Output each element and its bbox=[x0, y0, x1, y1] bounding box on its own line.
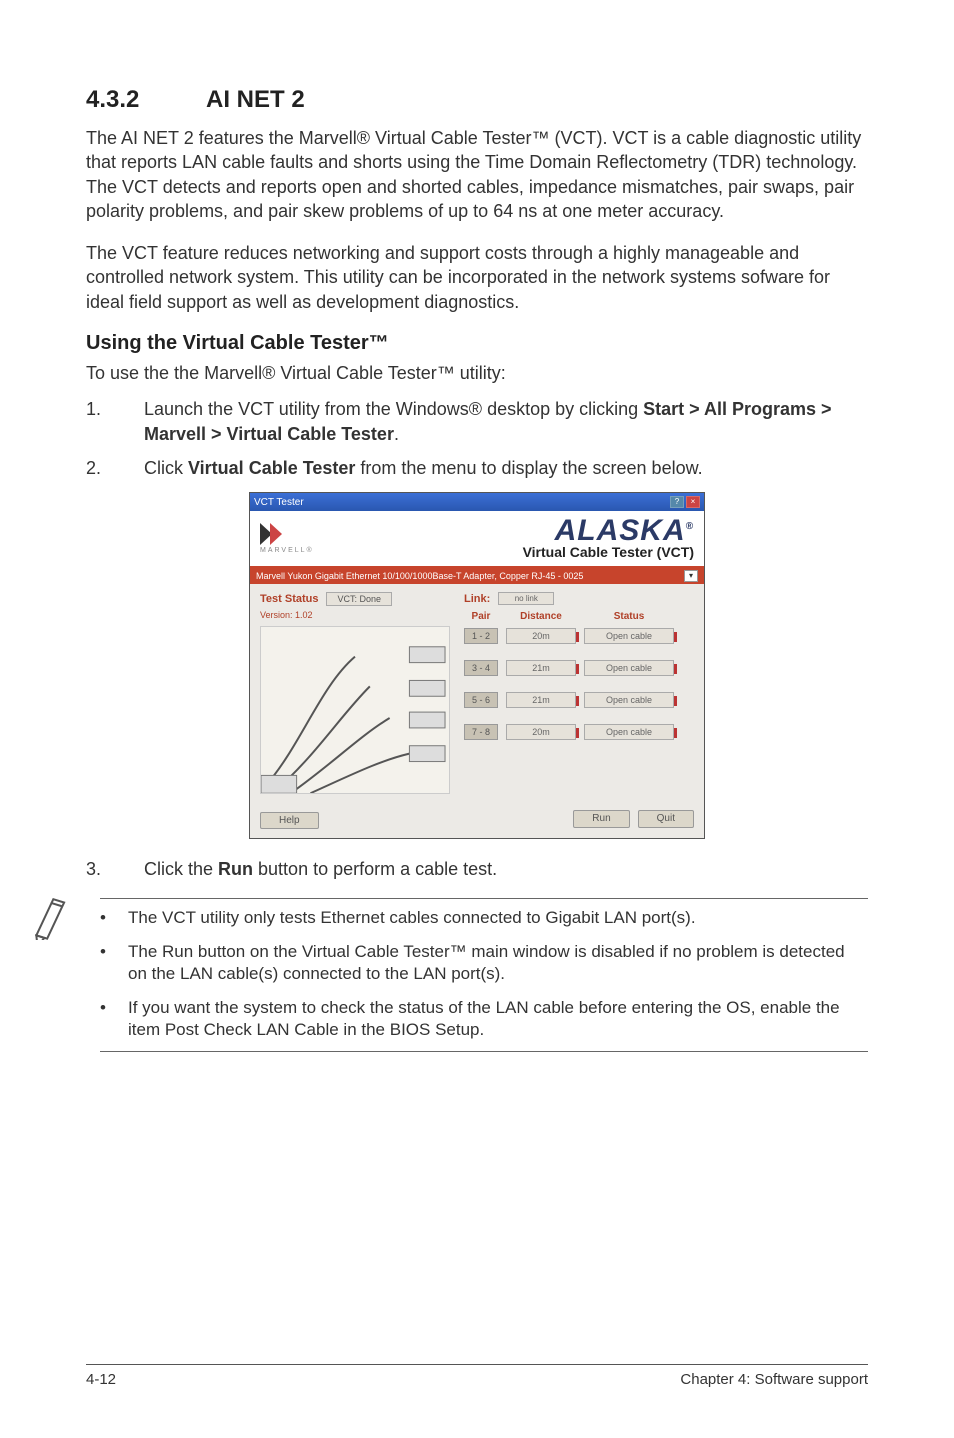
link-value: no link bbox=[498, 592, 554, 605]
window-title: VCT Tester bbox=[254, 497, 304, 508]
step-text: Launch the VCT utility from the Windows®… bbox=[144, 397, 868, 446]
adapter-band: Marvell Yukon Gigabit Ethernet 10/100/10… bbox=[250, 568, 704, 584]
paragraph-1: The AI NET 2 features the Marvell® Virtu… bbox=[86, 126, 868, 223]
marvell-logo: MARVELL® bbox=[260, 523, 314, 554]
table-row: 3 - 4 21m Open cable bbox=[464, 660, 694, 676]
alaska-logo-text: ALASKA® bbox=[523, 517, 694, 544]
quit-button[interactable]: Quit bbox=[638, 810, 694, 828]
distance-cell: 20m bbox=[506, 724, 576, 740]
step-text: Click the Run button to perform a cable … bbox=[144, 857, 868, 881]
pair-cell: 3 - 4 bbox=[464, 660, 498, 676]
note-item: • If you want the system to check the sta… bbox=[100, 997, 868, 1041]
paragraph-2: The VCT feature reduces networking and s… bbox=[86, 241, 868, 314]
marvell-brand-text: MARVELL® bbox=[260, 547, 314, 554]
note-list: • The VCT utility only tests Ethernet cab… bbox=[100, 907, 868, 1041]
page-footer: 4-12 Chapter 4: Software support bbox=[86, 1364, 868, 1388]
status-cell: Open cable bbox=[584, 628, 674, 644]
distance-cell: 20m bbox=[506, 628, 576, 644]
note-item: • The VCT utility only tests Ethernet cab… bbox=[100, 907, 868, 929]
note-text: The VCT utility only tests Ethernet cabl… bbox=[128, 907, 696, 929]
pair-cell: 7 - 8 bbox=[464, 724, 498, 740]
step-number: 1. bbox=[86, 397, 114, 446]
column-headers: Pair Distance Status bbox=[464, 611, 694, 622]
alaska-branding: ALASKA® Virtual Cable Tester (VCT) bbox=[523, 517, 694, 560]
step-number: 2. bbox=[86, 456, 114, 480]
status-cell: Open cable bbox=[584, 692, 674, 708]
status-cell: Open cable bbox=[584, 724, 674, 740]
note-divider-top bbox=[100, 898, 868, 899]
col-distance: Distance bbox=[506, 611, 576, 622]
vct-window: VCT Tester ? × MARVELL® ALASKA® Virtual … bbox=[249, 492, 705, 839]
window-titlebar: VCT Tester ? × bbox=[250, 493, 704, 511]
step-text: Click Virtual Cable Tester from the menu… bbox=[144, 456, 868, 480]
note-text: The Run button on the Virtual Cable Test… bbox=[128, 941, 868, 985]
table-row: 5 - 6 21m Open cable bbox=[464, 692, 694, 708]
help-button[interactable]: Help bbox=[260, 812, 319, 829]
step-number: 3. bbox=[86, 857, 114, 881]
note-block: • The VCT utility only tests Ethernet cab… bbox=[86, 894, 868, 1052]
adapter-dropdown-icon[interactable]: ▾ bbox=[684, 570, 698, 582]
col-pair: Pair bbox=[464, 611, 498, 622]
note-text: If you want the system to check the stat… bbox=[128, 997, 868, 1041]
vct-footer: Help Run Quit bbox=[250, 804, 704, 838]
step-3: 3. Click the Run button to perform a cab… bbox=[86, 857, 868, 881]
steps-list-continued: 3. Click the Run button to perform a cab… bbox=[86, 857, 868, 881]
bullet-icon: • bbox=[100, 907, 110, 929]
help-window-button[interactable]: ? bbox=[670, 496, 684, 508]
col-status: Status bbox=[584, 611, 674, 622]
note-content: • The VCT utility only tests Ethernet cab… bbox=[100, 894, 868, 1052]
version-label: Version: 1.02 bbox=[260, 610, 456, 620]
vct-header: MARVELL® ALASKA® Virtual Cable Tester (V… bbox=[250, 511, 704, 568]
note-divider-bottom bbox=[100, 1051, 868, 1052]
note-item: • The Run button on the Virtual Cable Tes… bbox=[100, 941, 868, 985]
window-buttons: ? × bbox=[670, 496, 700, 508]
step-1: 1. Launch the VCT utility from the Windo… bbox=[86, 397, 868, 446]
cable-diagram bbox=[260, 626, 450, 794]
chapter-label: Chapter 4: Software support bbox=[680, 1371, 868, 1388]
section-number: 4.3.2 bbox=[86, 86, 206, 114]
step-2: 2. Click Virtual Cable Tester from the m… bbox=[86, 456, 868, 480]
subheading: Using the Virtual Cable Tester™ bbox=[86, 332, 868, 355]
bullet-icon: • bbox=[100, 941, 110, 985]
screenshot-container: VCT Tester ? × MARVELL® ALASKA® Virtual … bbox=[86, 492, 868, 839]
steps-list: 1. Launch the VCT utility from the Windo… bbox=[86, 397, 868, 480]
run-button[interactable]: Run bbox=[573, 810, 629, 828]
note-icon bbox=[24, 896, 80, 945]
bullet-icon: • bbox=[100, 997, 110, 1041]
page: 4.3.2AI NET 2 The AI NET 2 features the … bbox=[0, 0, 954, 1438]
link-row: Link: no link bbox=[464, 592, 694, 605]
table-row: 7 - 8 20m Open cable bbox=[464, 724, 694, 740]
section-heading: 4.3.2AI NET 2 bbox=[86, 86, 868, 114]
paragraph-3: To use the the Marvell® Virtual Cable Te… bbox=[86, 361, 868, 385]
distance-cell: 21m bbox=[506, 692, 576, 708]
pair-cell: 1 - 2 bbox=[464, 628, 498, 644]
pair-cell: 5 - 6 bbox=[464, 692, 498, 708]
close-window-button[interactable]: × bbox=[686, 496, 700, 508]
link-label: Link: bbox=[464, 593, 490, 605]
vct-body: Test Status VCT: Done Version: 1.02 bbox=[250, 584, 704, 804]
test-status-label: Test Status bbox=[260, 593, 318, 605]
page-number: 4-12 bbox=[86, 1371, 116, 1388]
test-status-value: VCT: Done bbox=[326, 592, 392, 606]
vct-left-panel: Test Status VCT: Done Version: 1.02 bbox=[260, 592, 456, 794]
status-cell: Open cable bbox=[584, 660, 674, 676]
marvell-logo-icon bbox=[260, 523, 296, 545]
cable-diagram-svg bbox=[261, 627, 449, 793]
distance-cell: 21m bbox=[506, 660, 576, 676]
table-row: 1 - 2 20m Open cable bbox=[464, 628, 694, 644]
vct-subtitle: Virtual Cable Tester (VCT) bbox=[523, 544, 694, 560]
vct-right-panel: Link: no link Pair Distance Status 1 - 2… bbox=[464, 592, 694, 794]
test-status-row: Test Status VCT: Done bbox=[260, 592, 456, 606]
section-title-text: AI NET 2 bbox=[206, 86, 305, 113]
adapter-text: Marvell Yukon Gigabit Ethernet 10/100/10… bbox=[256, 571, 583, 581]
